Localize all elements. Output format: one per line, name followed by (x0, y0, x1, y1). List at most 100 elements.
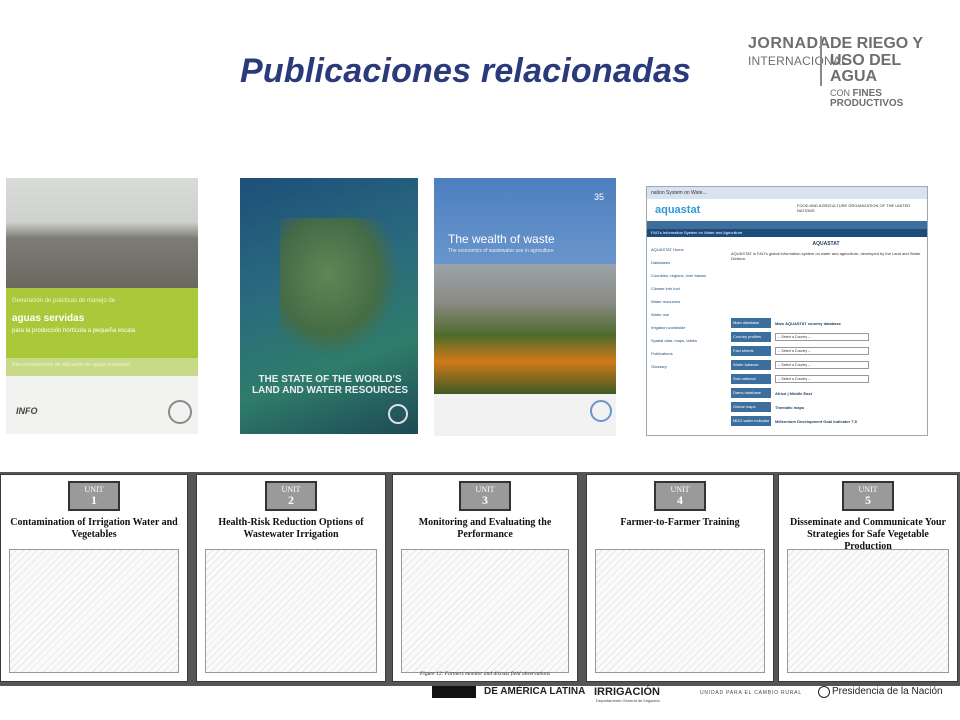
sidebar-item: Spatial data, maps, tables (651, 338, 698, 343)
unit-title: Health-Risk Reduction Options of Wastewa… (218, 517, 364, 540)
cover-title: aguas servidas para la producción hortíco… (12, 313, 192, 335)
sidebar-item: AQUASTAT Home (651, 247, 684, 252)
event-logo-line3: DE RIEGO Y (830, 35, 924, 52)
browser-tab: nation System on Wate... (647, 187, 927, 199)
unit-card-5: UNIT 5 Disseminate and Communicate Your S… (778, 474, 958, 682)
site-row: Fact sheets -- Select a Country -- (731, 345, 921, 357)
event-logo-divider (820, 36, 822, 86)
main-heading: AQUASTAT (812, 241, 840, 247)
unit-number: 4 (677, 493, 683, 507)
fao-logo-icon (168, 400, 192, 424)
row-select: -- Select a Country -- (775, 375, 869, 383)
publisher-logo: INFO (16, 406, 38, 416)
unit-title: Monitoring and Evaluating the Performanc… (418, 517, 552, 540)
cover-photo (434, 264, 616, 394)
row-select: -- Select a Country -- (775, 347, 869, 355)
unit-card-1: UNIT 1 Contamination of Irrigation Water … (0, 474, 188, 682)
site-row: Global maps Thematic maps (731, 401, 921, 413)
site-row: Main database Main AQUASTAT country datab… (731, 317, 921, 329)
unit-tab: UNIT 1 (68, 481, 120, 511)
unit-number: 1 (91, 493, 97, 507)
unit-caption: Figure 12: Farmers monitor and discuss f… (419, 671, 551, 677)
unit-illustration (205, 549, 377, 673)
fao-logo-icon (388, 404, 408, 424)
slide-title: Publicaciones relacionadas (240, 52, 692, 90)
cover-aguas-servidas: Generación de prácticas de manejo de agu… (6, 178, 198, 434)
unit-title: Contamination of Irrigation Water and Ve… (10, 517, 178, 540)
unit-title: Farmer-to-Farmer Training (620, 517, 740, 528)
sidebar-item: Climate info tool (651, 286, 680, 291)
sidebar-item: Glossary (651, 364, 667, 369)
row-label: Fact sheets (731, 346, 771, 356)
footer-partner-2-sub: Departamento General de Irrigación (596, 698, 660, 703)
unit-card-2: UNIT 2 Health-Risk Reduction Options of W… (196, 474, 386, 682)
row-value: Millennium Development Goal Indicator 7.… (775, 418, 857, 424)
site-row: Sub-national irrigation -- Select a Count… (731, 373, 921, 391)
row-label: Sub-national irrigation (731, 374, 771, 391)
row-label: MDG water indicator (731, 416, 771, 426)
main-intro: AQUASTAT is FAO's global information sys… (731, 251, 921, 261)
event-logo: JORNADA INTERNACIONAL DE RIEGO Y USO DEL… (748, 36, 948, 109)
row-value: Africa | Middle East (775, 390, 812, 396)
footer-partner-3: UNIDAD PARA EL CAMBIO RURAL (700, 690, 802, 696)
unit-tab: UNIT 2 (265, 481, 317, 511)
row-label: Country profiles (731, 332, 771, 342)
site-nav (647, 221, 927, 229)
unit-illustration (595, 549, 765, 673)
fao-logo-icon (590, 400, 612, 422)
row-value: Main AQUASTAT country database (775, 320, 841, 326)
row-value: Thematic maps (775, 404, 805, 410)
sidebar-item: Water use (651, 312, 670, 317)
unit-tab: UNIT 5 (842, 481, 894, 511)
event-logo-line5: CON FINES PRODUCTIVOS (830, 89, 948, 109)
partner-logo-icon (432, 686, 476, 698)
cover-kicker: Generación de prácticas de manejo de (12, 298, 116, 304)
footer-partner-1: DE AMÉRICA LATINA (484, 686, 586, 697)
globe-image (280, 218, 400, 358)
cover-title: The wealth of waste (448, 232, 555, 246)
site-rows: Main database Main AQUASTAT country datab… (731, 317, 921, 429)
cover-title: THE STATE OF THE WORLD'S LAND AND WATER … (251, 374, 409, 396)
unit-number: 2 (288, 493, 294, 507)
cover-subtitle: The economics of wastewater use in agric… (448, 248, 554, 254)
sidebar-item: Irrigation worldwide (651, 325, 686, 330)
cover-series-number: 35 (594, 192, 605, 202)
cover-photo (6, 178, 198, 288)
unit-illustration (9, 549, 179, 673)
coat-of-arms-icon (818, 686, 830, 698)
unit-title: Disseminate and Communicate Your Strateg… (789, 517, 946, 552)
cover-wealth-of-waste: 35 The wealth of waste The economics of … (434, 178, 616, 436)
cover-land-water-resources: THE STATE OF THE WORLD'S LAND AND WATER … (240, 178, 418, 434)
site-row: Water balance sheets -- Select a Country … (731, 359, 921, 377)
site-row: Country profiles -- Select a Country -- (731, 331, 921, 343)
unit-tab: UNIT 3 (459, 481, 511, 511)
sidebar-item: Countries, regions, river basins (651, 273, 707, 278)
sidebar-item: Publications (651, 351, 673, 356)
cover-footer-line: Recomendaciones de utilización de aguas … (12, 362, 130, 368)
site-subheader: FAO's Information System on Water and Ag… (647, 229, 927, 237)
unit-illustration (787, 549, 949, 673)
row-select: -- Select a Country -- (775, 333, 869, 341)
cover-title-main: aguas servidas (12, 313, 85, 324)
site-row: Dams database Africa | Middle East (731, 387, 921, 399)
site-row: MDG water indicator Millennium Developmen… (731, 415, 921, 427)
unit-number: 3 (482, 493, 488, 507)
event-logo-line4: USO DEL AGUA (830, 52, 901, 85)
unit-illustration (401, 549, 569, 673)
event-logo-right: DE RIEGO Y USO DEL AGUA CON FINES PRODUC… (830, 36, 948, 109)
fao-tagline: FOOD AND AGRICULTURE ORGANIZATION OF THE… (797, 203, 911, 213)
unit-card-3: UNIT 3 Monitoring and Evaluating the Perf… (392, 474, 578, 682)
site-sidebar: AQUASTAT Home Databases Countries, regio… (651, 247, 711, 377)
sidebar-item: Water resources (651, 299, 681, 304)
row-select: -- Select a Country -- (775, 361, 869, 369)
aquastat-website-screenshot: nation System on Wate... aquastat FOOD A… (646, 186, 928, 436)
site-main: AQUASTAT AQUASTAT is FAO's global inform… (731, 237, 921, 261)
unit-card-4: UNIT 4 Farmer-to-Farmer Training (586, 474, 774, 682)
footer-partner-2: IRRIGACIÓN (594, 686, 660, 698)
footer-partner-4: Presidencia de la Nación (832, 686, 943, 697)
row-label: Water balance sheets (731, 360, 771, 377)
row-label: Global maps (731, 402, 771, 412)
event-logo-line5-prefix: CON (830, 88, 850, 98)
sidebar-item: Databases (651, 260, 671, 265)
row-label: Dams database (731, 388, 771, 398)
